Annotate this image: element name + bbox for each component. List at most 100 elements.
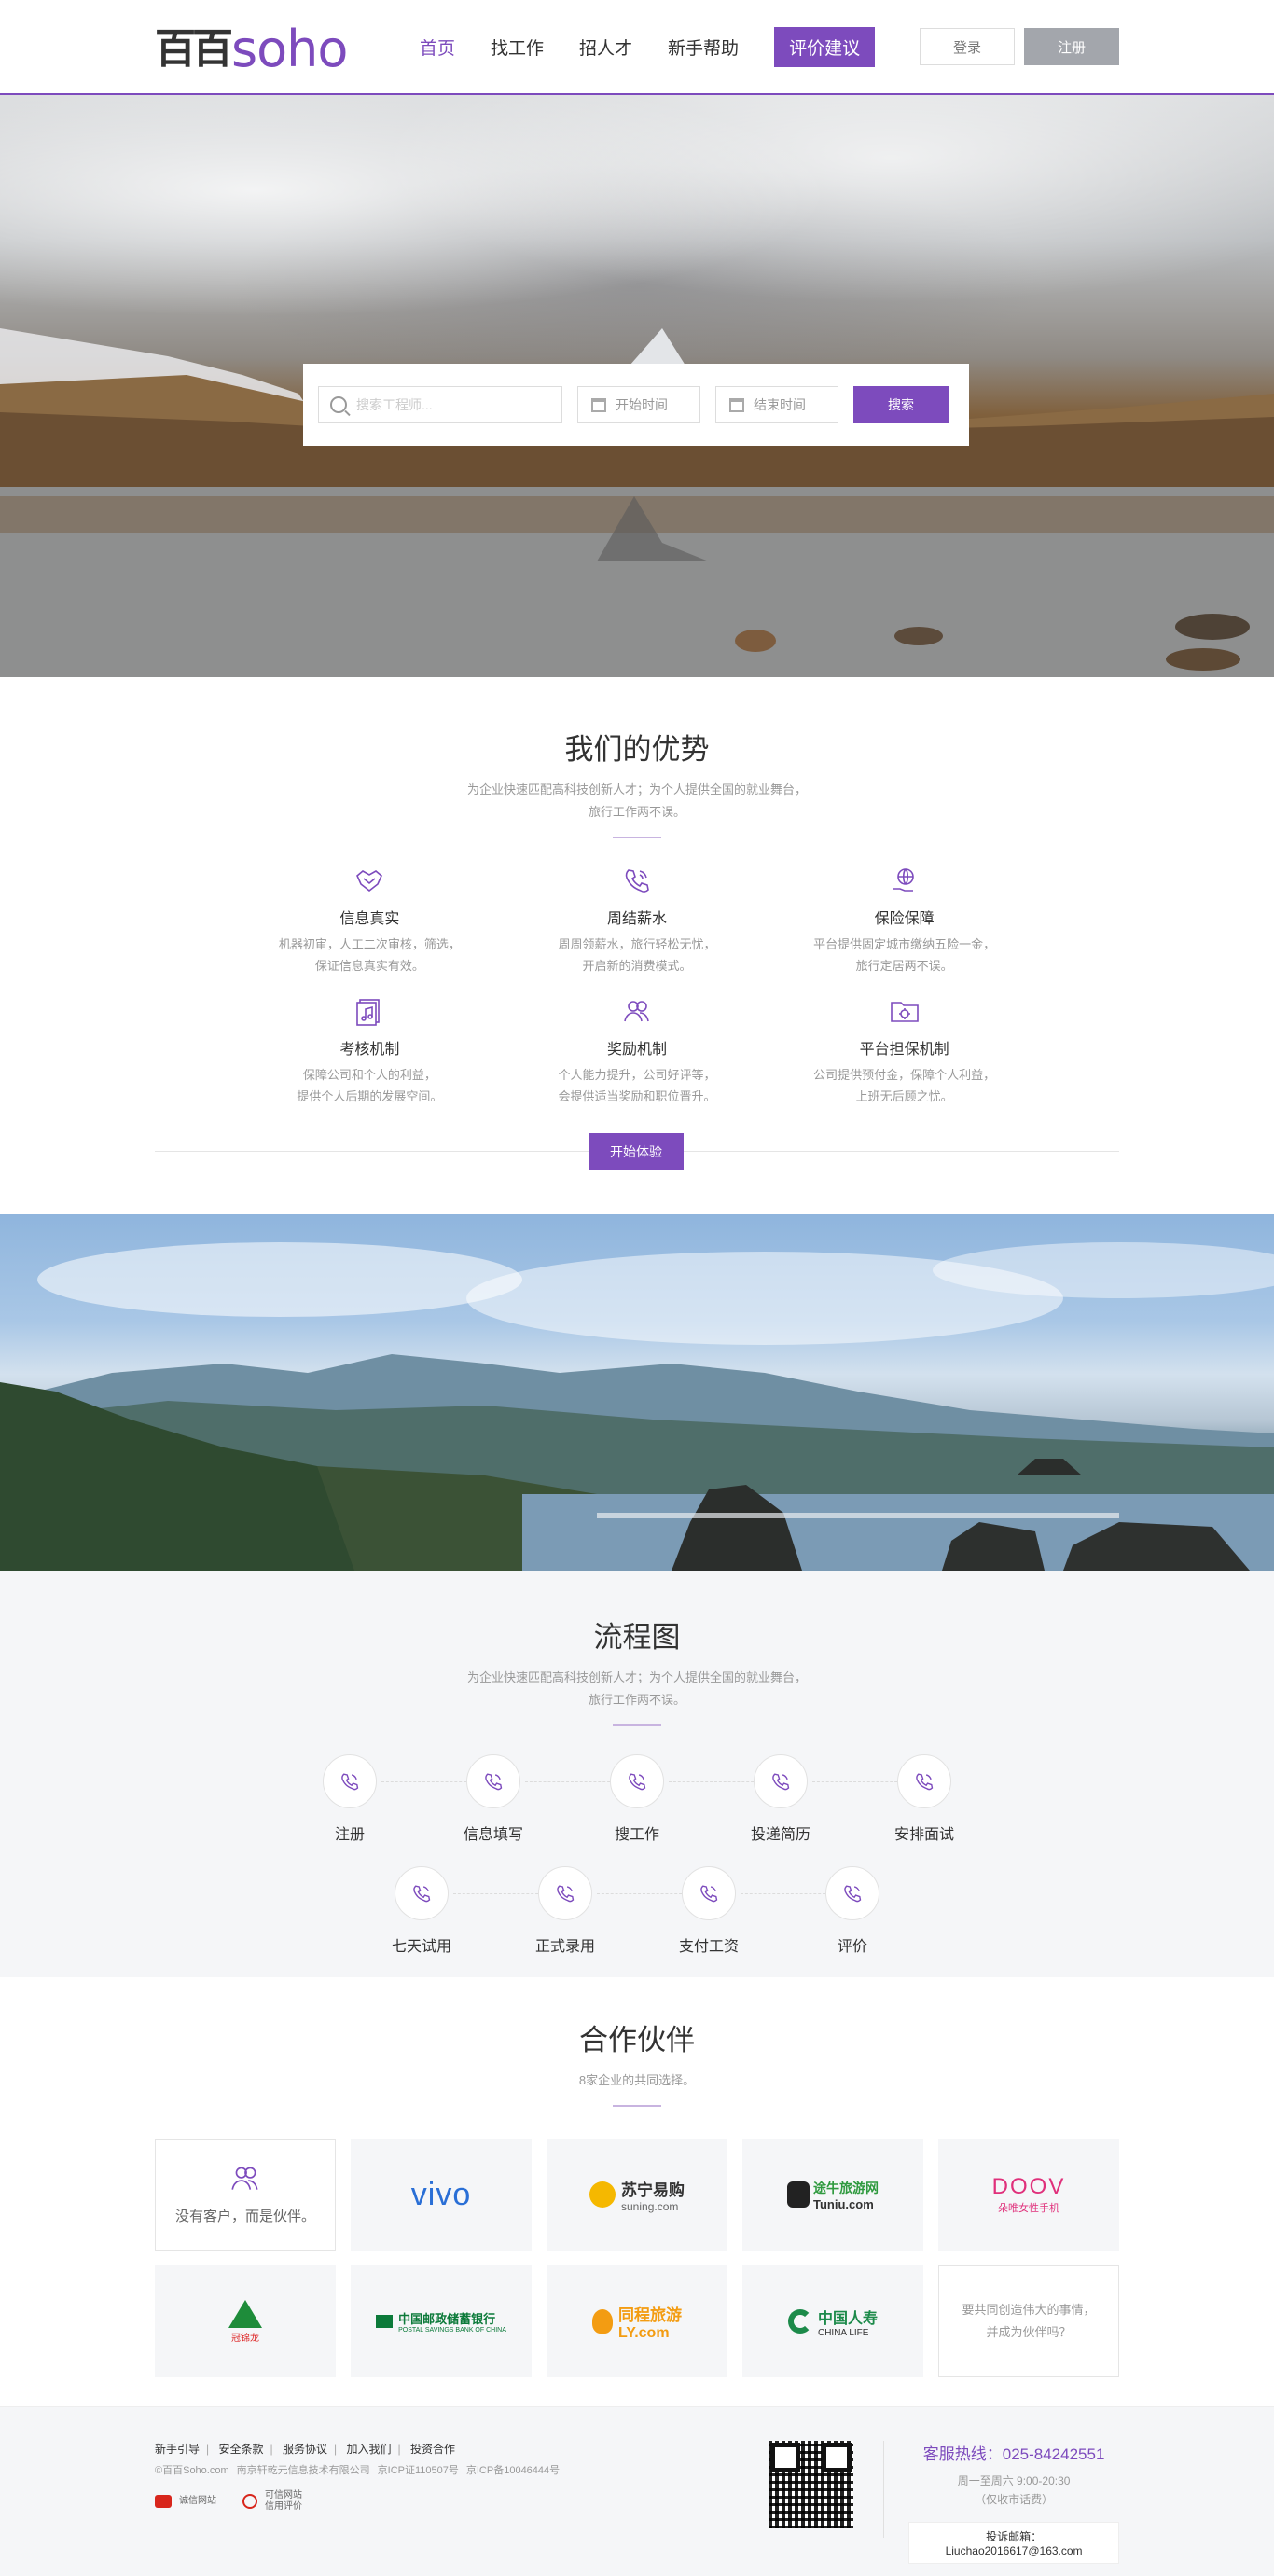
ly-logo: 同程旅游 LY.com xyxy=(592,2302,682,2342)
folder-gear-icon xyxy=(887,993,922,1029)
process-subtitle: 为企业快速匹配高科技创新人才；为个人提供全国的就业舞台， 旅行工作两不误。 xyxy=(0,1667,1274,1711)
partner-logo-tuniu[interactable]: 途牛旅游网 Tuniu.com xyxy=(742,2139,923,2251)
advantage-desc: 周周领薪水，旅行轻松无忧， 开启新的消费模式。 xyxy=(558,937,716,973)
partners-section: 合作伙伴 8家企业的共同选择。 没有客户，而是伙伴。 vivo 苏宁易购 suni… xyxy=(0,1977,1274,2406)
advantages-title: 我们的优势 xyxy=(564,733,710,766)
process-step: 注册 xyxy=(278,1754,471,1844)
process-row-2: 七天试用 正式录用 支付工资 评价 xyxy=(0,1866,1274,1956)
nav-help[interactable]: 新手帮助 xyxy=(668,35,739,60)
advantages-cta: 开始体验 xyxy=(155,1133,1119,1170)
keyword-field[interactable] xyxy=(318,386,562,423)
advantage-item: 信息真实 机器初审，人工二次审核，筛选， 保证信息真实有效。 xyxy=(236,863,504,976)
advantage-title: 信息真实 xyxy=(339,911,400,927)
site-header: 百百 soho 首页 找工作 招人才 新手帮助 评价建议 登录 注册 xyxy=(0,0,1274,95)
search-input[interactable] xyxy=(356,397,543,412)
connector xyxy=(669,1781,758,1782)
footer-link[interactable]: 服务协议 xyxy=(283,2443,327,2456)
partner-slogan-card: 没有客户，而是伙伴。 xyxy=(155,2139,336,2251)
advantage-item: 考核机制 保障公司和个人的利益， 提供个人后期的发展空间。 xyxy=(236,993,504,1107)
advantage-title: 保险保障 xyxy=(874,911,935,927)
advantage-item: 保险保障 平台提供固定城市缴纳五险一金， 旅行定居两不误。 xyxy=(770,863,1038,976)
auth-buttons: 登录 注册 xyxy=(920,28,1119,65)
process-step: 支付工资 xyxy=(637,1866,830,1956)
partners-title: 合作伙伴 xyxy=(579,2024,695,2057)
phone-icon xyxy=(395,1866,449,1920)
hotline: 客服热线：025-84242551 xyxy=(922,2445,1105,2463)
coast-landscape-art xyxy=(0,1242,1274,1571)
advantage-title: 平台担保机制 xyxy=(859,1042,949,1058)
advantage-desc: 机器初审，人工二次审核，筛选， 保证信息真实有效。 xyxy=(278,937,461,973)
advantages-section: 我们的优势 为企业快速匹配高科技创新人才；为个人提供全国的就业舞台， 旅行工作两… xyxy=(0,677,1274,1214)
process-step-label: 正式录用 xyxy=(534,1939,595,1955)
advantages-sub-line2: 旅行工作两不误。 xyxy=(588,805,685,819)
partner-join-text: 要共同创造伟大的事情， 并成为伙伴吗？ xyxy=(962,2303,1096,2339)
trust-site-badge[interactable]: 诚信网站 xyxy=(155,2490,216,2513)
nav-hire-talent[interactable]: 招人才 xyxy=(579,35,632,60)
process-step-label: 七天试用 xyxy=(391,1939,451,1955)
end-date-label: 结束时间 xyxy=(754,397,806,412)
process-step-label: 搜工作 xyxy=(614,1827,659,1843)
suggest-button[interactable]: 评价建议 xyxy=(774,26,876,67)
login-button[interactable]: 登录 xyxy=(920,28,1015,65)
advantage-desc: 平台提供固定城市缴纳五险一金， 旅行定居两不误。 xyxy=(813,937,996,973)
title-underline xyxy=(613,2105,661,2107)
partner-logo-vivo[interactable]: vivo xyxy=(351,2139,532,2251)
credible-icon xyxy=(242,2494,257,2509)
connector xyxy=(453,1893,543,1894)
tuniu-logo: 途牛旅游网 Tuniu.com xyxy=(787,2179,879,2211)
coast-banner xyxy=(0,1214,1274,1571)
process-sub-line1: 为企业快速匹配高科技创新人才；为个人提供全国的就业舞台， xyxy=(466,1670,807,1684)
nav-home[interactable]: 首页 xyxy=(420,35,455,60)
partner-join-card[interactable]: 要共同创造伟大的事情， 并成为伙伴吗？ xyxy=(938,2265,1119,2377)
partner-logo-gjl[interactable]: 冠锦龙 xyxy=(155,2265,336,2377)
hero-banner: 开始时间 结束时间 搜索 xyxy=(0,95,1274,677)
site-logo[interactable]: 百百 soho xyxy=(155,21,351,75)
partner-logo-chinalife[interactable]: 中国人寿 CHINA LIFE xyxy=(742,2265,923,2377)
process-section: 流程图 为企业快速匹配高科技创新人才；为个人提供全国的就业舞台， 旅行工作两不误… xyxy=(0,1571,1274,1977)
advantage-title: 考核机制 xyxy=(339,1042,400,1058)
footer-contact: 客服热线：025-84242551 周一至周六 9:00-20:30 （仅收市话… xyxy=(908,2441,1120,2564)
advantages-subtitle: 为企业快速匹配高科技创新人才；为个人提供全国的就业舞台， 旅行工作两不误。 xyxy=(0,779,1274,824)
service-hours: 周一至周六 9:00-20:30 （仅收市话费） xyxy=(957,2474,1071,2506)
process-step: 七天试用 xyxy=(350,1866,543,1956)
gjl-logo: 冠锦龙 xyxy=(228,2299,262,2344)
partner-logo-suning[interactable]: 苏宁易购 suning.com xyxy=(547,2139,727,2251)
suning-logo: 苏宁易购 suning.com xyxy=(589,2177,685,2213)
partner-logo-ly[interactable]: 同程旅游 LY.com xyxy=(547,2265,727,2377)
partner-logo-doov[interactable]: DOOV 朵唯女性手机 xyxy=(938,2139,1119,2251)
phone-icon xyxy=(619,863,655,898)
footer-link[interactable]: 安全条款 xyxy=(218,2443,263,2456)
users-icon xyxy=(619,993,655,1029)
advantage-item: 奖励机制 个人能力提升，公司好评等， 会提供适当奖励和职位晋升。 xyxy=(504,993,771,1107)
calendar-icon xyxy=(729,397,744,412)
process-step: 安排面试 xyxy=(852,1754,996,1844)
start-experience-button[interactable]: 开始体验 xyxy=(589,1133,684,1170)
advantage-desc: 个人能力提升，公司好评等， 会提供适当奖励和职位晋升。 xyxy=(558,1068,716,1103)
register-button[interactable]: 注册 xyxy=(1024,28,1119,65)
footer-link[interactable]: 加入我们 xyxy=(346,2443,391,2456)
users-icon xyxy=(228,2164,262,2198)
advantage-desc: 公司提供预付金，保障个人利益， 上班无后顾之忧。 xyxy=(813,1068,996,1103)
advantage-item: 平台担保机制 公司提供预付金，保障个人利益， 上班无后顾之忧。 xyxy=(770,993,1038,1107)
footer-link[interactable]: 新手引导 xyxy=(155,2443,200,2456)
process-step-label: 注册 xyxy=(334,1827,365,1843)
partner-logo-postal[interactable]: 中国邮政储蓄银行 POSTAL SAVINGS BANK OF CHINA xyxy=(351,2265,532,2377)
advantages-sub-line1: 为企业快速匹配高科技创新人才；为个人提供全国的就业舞台， xyxy=(466,782,807,796)
advantage-title: 奖励机制 xyxy=(606,1042,667,1058)
end-date-picker[interactable]: 结束时间 xyxy=(715,386,838,423)
advantages-grid: 信息真实 机器初审，人工二次审核，筛选， 保证信息真实有效。 周结薪水 周周领薪水… xyxy=(236,863,1038,1107)
nav-find-job[interactable]: 找工作 xyxy=(491,35,544,60)
credible-site-badge[interactable]: 可信网站 信用评价 xyxy=(242,2490,302,2513)
process-step-label: 安排面试 xyxy=(893,1827,954,1843)
connector xyxy=(381,1781,471,1782)
title-underline xyxy=(613,1724,661,1726)
footer-link[interactable]: 投资合作 xyxy=(410,2443,455,2456)
start-date-picker[interactable]: 开始时间 xyxy=(577,386,700,423)
globe-hand-icon xyxy=(887,863,922,898)
complaint-email[interactable]: 投诉邮箱：Liuchao2016617@163.com xyxy=(908,2522,1120,2564)
search-button[interactable]: 搜索 xyxy=(853,386,949,423)
trust-icon xyxy=(155,2495,172,2508)
start-date-label: 开始时间 xyxy=(616,397,668,412)
phone-icon xyxy=(538,1866,592,1920)
footer-copyright: ©百百Soho.com 南京轩乾元信息技术有限公司 京ICP证110507号 京ICP… xyxy=(155,2465,561,2476)
